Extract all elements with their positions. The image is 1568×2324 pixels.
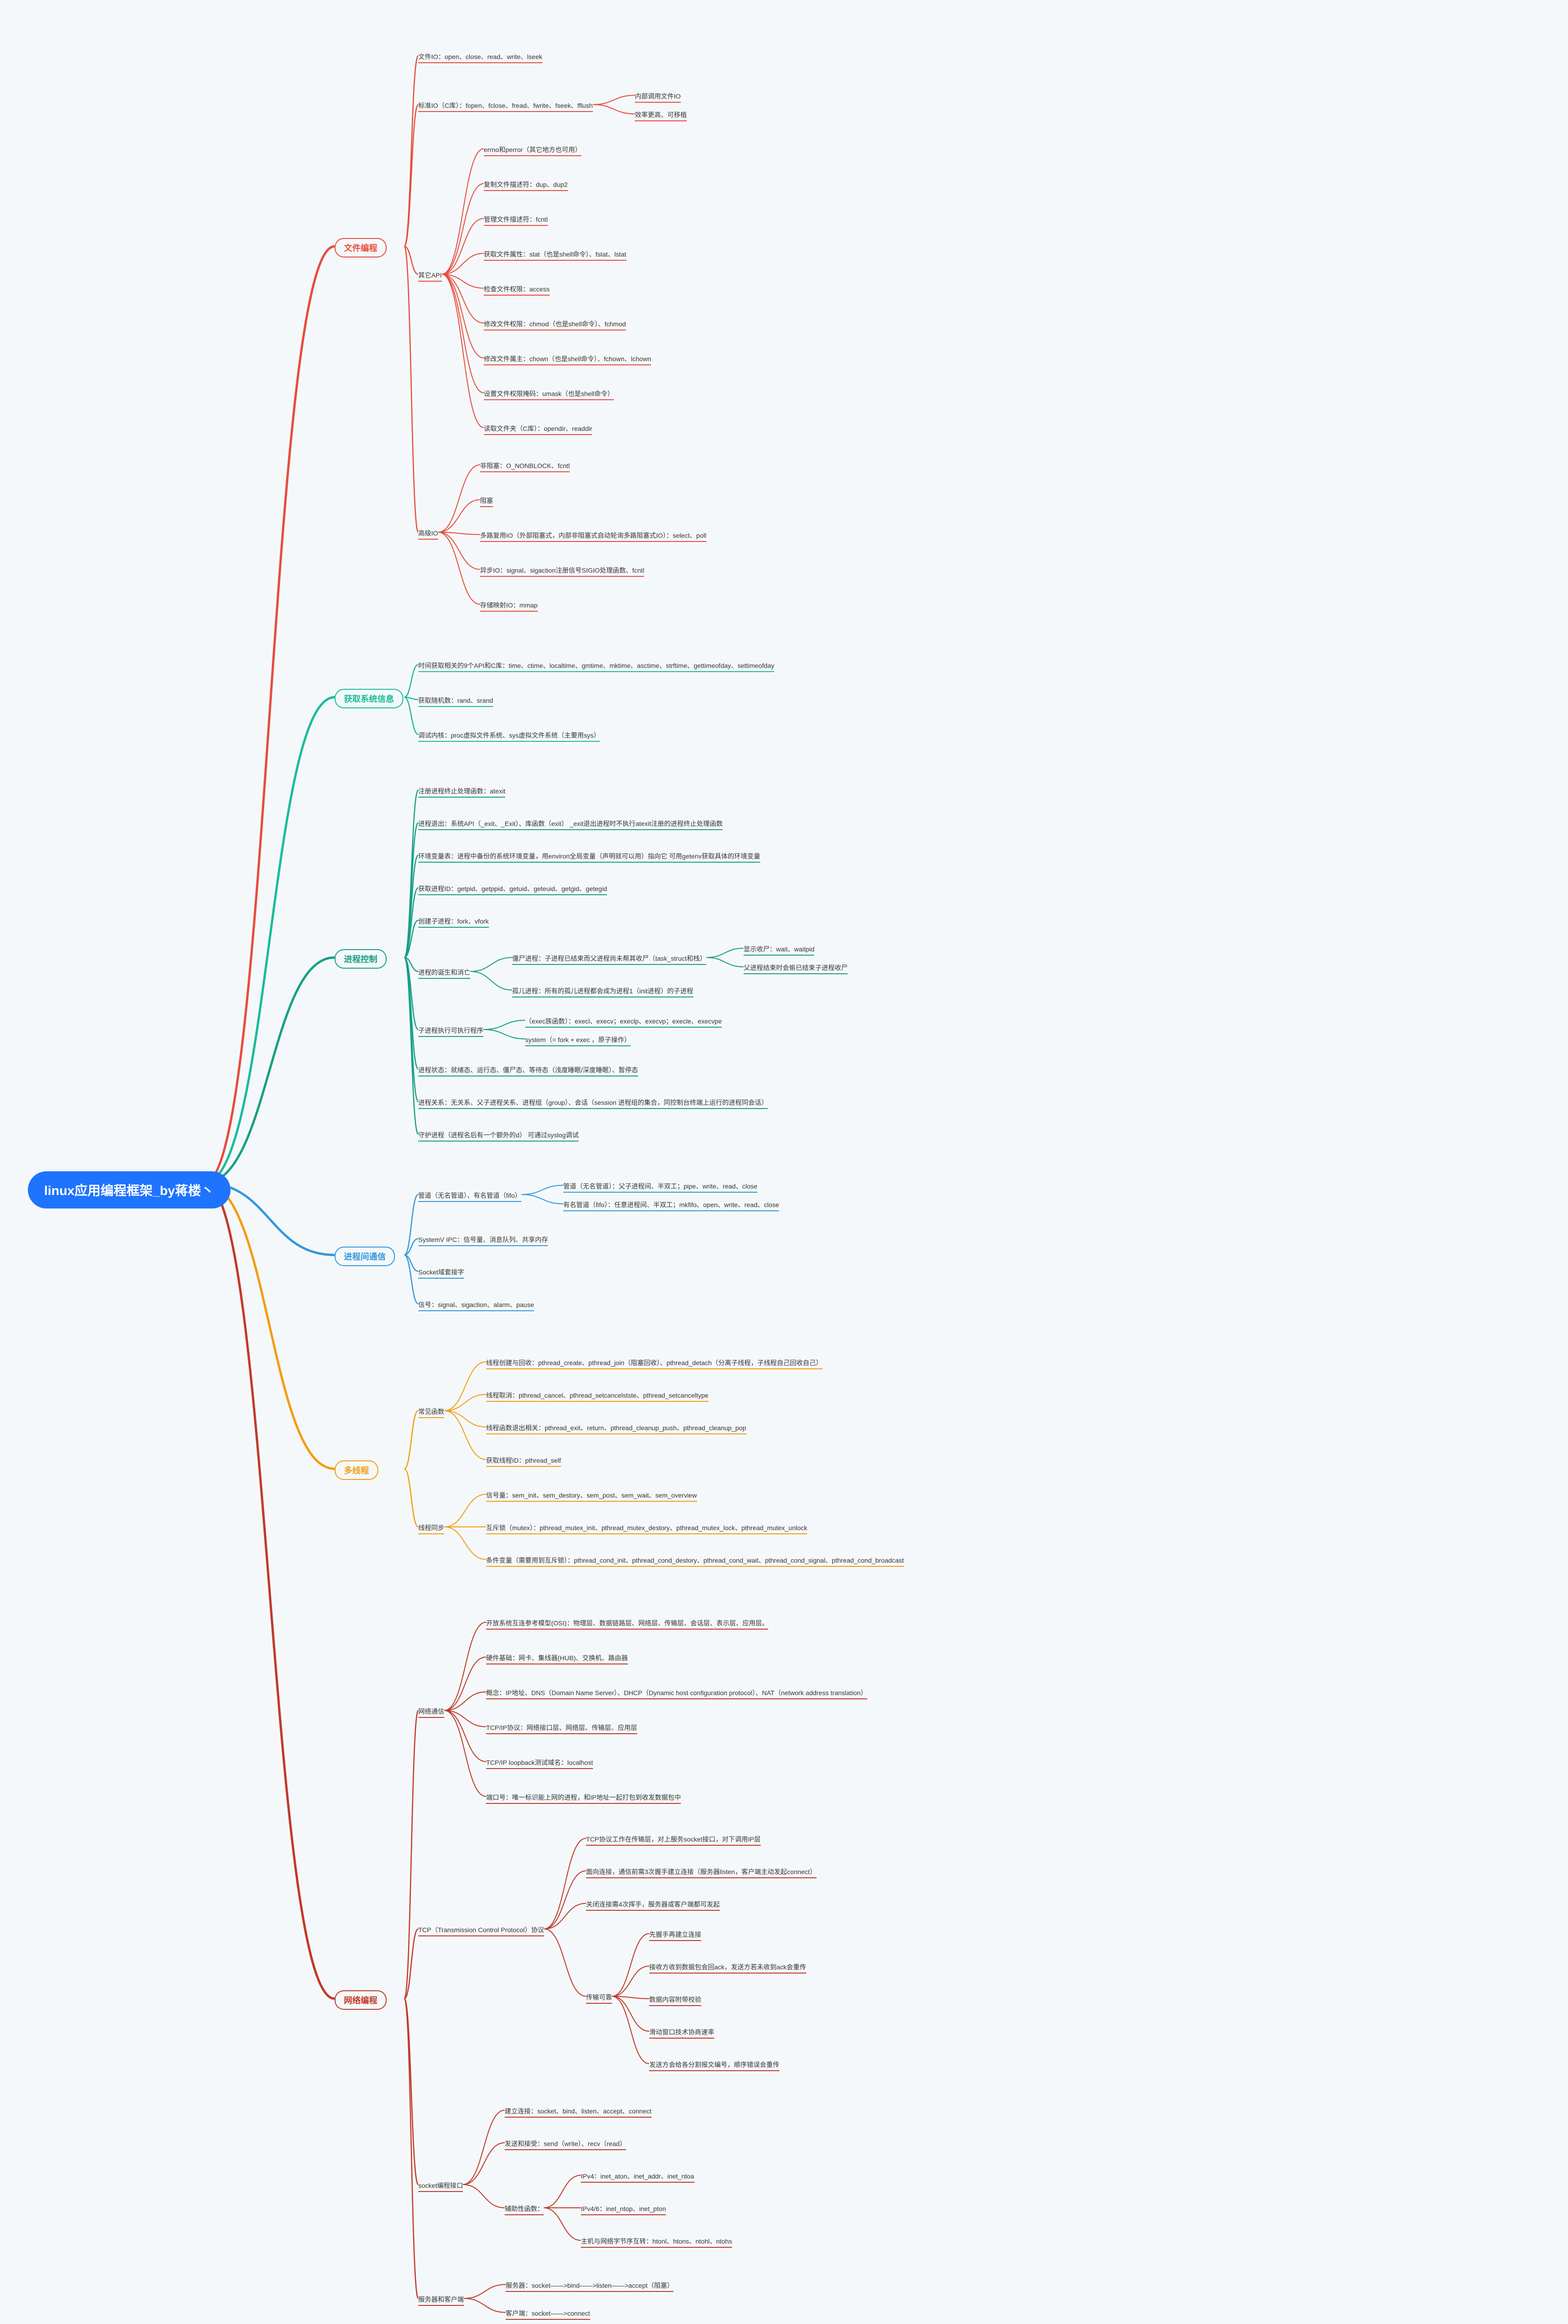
child-node[interactable]: 管道（无名管道）、有名管道（fifo） xyxy=(418,1190,521,1202)
child-node[interactable]: 进程关系：无关系、父子进程关系、进程组（group）、会话（session 进程… xyxy=(418,1097,768,1109)
leaf-node[interactable]: 先握手再建立连接 xyxy=(649,1929,701,1941)
leaf-node[interactable]: 设置文件权限掩码：umask（也是shell命令） xyxy=(484,388,614,400)
root-node[interactable]: linux应用编程框架_by蒋楼丶 xyxy=(28,1171,231,1208)
leaf-node[interactable]: 阻塞 xyxy=(480,495,493,507)
leaf-node[interactable]: 传输可靠 xyxy=(586,1992,612,2004)
leaf-node[interactable]: 信号量：sem_init、sem_destory、sem_post、sem_wa… xyxy=(486,1490,697,1502)
child-node[interactable]: 调试内核：proc虚拟文件系统、sys虚拟文件系统（主要用sys） xyxy=(418,730,600,742)
leaf-node[interactable]: errno和perror（其它地方也可用） xyxy=(484,144,581,156)
leaf-node[interactable]: 数据内容附带校验 xyxy=(649,1994,701,2006)
child-node[interactable]: Socket域套接字 xyxy=(418,1267,464,1279)
leaf-node[interactable]: 主机与网络字节序互转：htonl、htons、ntohl、ntohs xyxy=(581,2236,732,2248)
leaf-node[interactable]: 显示收尸：wait、waitpid xyxy=(744,944,814,956)
leaf-node[interactable]: 管道（无名管道）：父子进程间、半双工；pipe、write、read、close xyxy=(563,1181,758,1193)
leaf-node[interactable]: 修改文件属主：chown（也是shell命令）、fchown、lchown xyxy=(484,353,651,365)
leaf-node[interactable]: 非阻塞：O_NONBLOCK、fcntl xyxy=(480,460,570,472)
leaf-node[interactable]: 概念：IP地址、DNS（Domain Name Server）、DHCP（Dyn… xyxy=(486,1687,867,1699)
leaf-node[interactable]: system（= fork + exec ，原子操作） xyxy=(525,1034,631,1046)
leaf-node[interactable]: 辅助性函数： xyxy=(505,2203,544,2215)
leaf-node[interactable]: 线程函数退出相关：pthread_exit、return、pthread_cle… xyxy=(486,1422,746,1434)
child-node[interactable]: 子进程执行可执行程序 xyxy=(418,1025,483,1037)
child-node[interactable]: socket编程接口 xyxy=(418,2180,463,2192)
branch-node[interactable]: 获取系统信息 xyxy=(335,689,403,708)
leaf-node[interactable]: 建立连接：socket、bind、listen、accept、connect xyxy=(505,2106,652,2118)
leaf-node[interactable]: 读取文件夹（C库）：opendir、readdir xyxy=(484,423,592,435)
leaf-node[interactable]: 端口号：唯一标识能上网的进程，和IP地址一起打包到收发数据包中 xyxy=(486,1792,681,1804)
child-node[interactable]: 高级IO xyxy=(418,528,438,540)
leaf-node[interactable]: 面向连接，通信前需3次握手建立连接（服务器listen，客户端主动发起conne… xyxy=(586,1866,817,1878)
leaf-node[interactable]: 获取线程ID：pthread_self xyxy=(486,1455,561,1467)
leaf-node[interactable]: 获取文件属性：stat（也是shell命令）、fstat、lstat xyxy=(484,249,626,261)
leaf-node[interactable]: 僵尸进程：子进程已结束而父进程尚未帮其收尸（task_struct和栈） xyxy=(512,953,706,965)
leaf-node[interactable]: TCP/IP协议：网络接口层、网络层、传输层、应用层 xyxy=(486,1722,637,1734)
leaf-node[interactable]: 关闭连接需4次挥手，服务器或客户端都可发起 xyxy=(586,1899,720,1911)
child-node[interactable]: 网络通信 xyxy=(418,1706,444,1718)
child-node[interactable]: 获取进程ID：getpid、getppid、getuid、geteuid、get… xyxy=(418,883,607,895)
child-node[interactable]: 信号：signal、sigaction、alarm、pause xyxy=(418,1299,534,1311)
leaf-node[interactable]: TCP/IP loopback测试域名：localhost xyxy=(486,1757,593,1769)
leaf-node[interactable]: 接收方收到数据包会回ack，发送方若未收到ack会重传 xyxy=(649,1961,806,1974)
leaf-node[interactable]: IPv4：inet_aton、inet_addr、inet_ntoa xyxy=(581,2171,694,2183)
child-node[interactable]: 文件IO：open、close、read、write、lseek xyxy=(418,51,542,63)
leaf-node[interactable]: 条件变量（需要用到互斥锁）：pthread_cond_init、pthread_… xyxy=(486,1555,904,1567)
child-node[interactable]: 进程的诞生和消亡 xyxy=(418,967,470,979)
child-node[interactable]: 服务器和客户端 xyxy=(418,2294,464,2306)
leaf-node[interactable]: 互斥锁（mutex）：pthread_mutex_init、pthread_mu… xyxy=(486,1522,807,1534)
leaf-node[interactable]: （exec族函数）：execl、execv；execlp、execvp；exec… xyxy=(525,1016,722,1028)
child-node[interactable]: 守护进程（进程名后有一个额外的d） 可通过syslog调试 xyxy=(418,1129,579,1142)
branch-node[interactable]: 多线程 xyxy=(335,1460,378,1480)
leaf-node[interactable]: 父进程结束时会偷已结束子进程收尸 xyxy=(744,962,848,974)
leaf-node[interactable]: 发送方会给各分割报文编号，顺序错误会重传 xyxy=(649,2059,779,2071)
child-node[interactable]: 线程同步 xyxy=(418,1522,444,1534)
branch-node[interactable]: 进程间通信 xyxy=(335,1247,395,1266)
leaf-node[interactable]: 硬件基础：网卡、集线器(HUB)、交换机、路由器 xyxy=(486,1652,628,1664)
leaf-node[interactable]: 发送和接受：send（write）、recv（read） xyxy=(505,2138,626,2150)
leaf-node[interactable]: 线程创建与回收：pthread_create、pthread_join（阻塞回收… xyxy=(486,1357,823,1369)
leaf-node[interactable]: 滑动窗口技术协商速率 xyxy=(649,2027,714,2039)
leaf-node[interactable]: 开放系统互连参考模型(OSI)：物理层、数据链路层、网络层、传输层、会话层、表示… xyxy=(486,1618,768,1630)
child-node[interactable]: 创建子进程：fork、vfork xyxy=(418,916,489,928)
leaf-node[interactable]: 有名管道（fifo）：任意进程间、半双工；mkfifo、open、write、r… xyxy=(563,1199,779,1211)
child-node[interactable]: 环境变量表：进程中备份的系统环境变量，用environ全局变量（声明就可以用）指… xyxy=(418,851,760,863)
child-node[interactable]: 进程退出：系统API（_exit、_Exit）、库函数（exit） _exit退… xyxy=(418,818,723,830)
leaf-node[interactable]: 孤儿进程：所有的孤儿进程都会成为进程1（init进程）的子进程 xyxy=(512,985,693,997)
child-node[interactable]: 进程状态：就绪态、运行态、僵尸态、等待态（浅度睡眠/深度睡眠）、暂停态 xyxy=(418,1064,638,1076)
branch-node[interactable]: 文件编程 xyxy=(335,238,387,257)
leaf-node[interactable]: 复制文件描述符：dup、dup2 xyxy=(484,179,568,191)
leaf-node[interactable]: 管理文件描述符：fcntl xyxy=(484,214,548,226)
child-node[interactable]: SystemV IPC：信号量、消息队列、共享内存 xyxy=(418,1234,548,1246)
leaf-node[interactable]: IPv4/6：inet_ntop、inet_pton xyxy=(581,2203,666,2215)
leaf-node[interactable]: 检查文件权限：access xyxy=(484,284,550,296)
child-node[interactable]: 时间获取相关的9个API和C库：time、ctime、localtime、gmt… xyxy=(418,660,774,672)
leaf-node[interactable]: 多路复用IO（外部阻塞式，内部非阻塞式自动轮询多路阻塞式IO）：select、p… xyxy=(480,530,706,542)
leaf-node[interactable]: TCP协议工作在传输层，对上服务socket接口，对下调用IP层 xyxy=(586,1834,761,1846)
branch-node[interactable]: 进程控制 xyxy=(335,949,387,969)
child-node[interactable]: TCP（Transmission Control Protocol）协议 xyxy=(418,1924,544,1936)
leaf-node[interactable]: 存储映射IO：mmap xyxy=(480,600,538,612)
child-node[interactable]: 获取随机数：rand、srand xyxy=(418,695,493,707)
leaf-node[interactable]: 服务器：socket——>bind——>listen——>accept（阻塞） xyxy=(506,2280,673,2292)
leaf-node[interactable]: 修改文件权限：chmod（也是shell命令）、fchmod xyxy=(484,318,626,330)
child-node[interactable]: 标准IO（C库）：fopen、fclose、fread、fwrite、fseek… xyxy=(418,100,593,112)
branch-node[interactable]: 网络编程 xyxy=(335,1990,387,2010)
leaf-node[interactable]: 异步IO：signal、sigaction注册信号SIGIO处理函数、fcntl xyxy=(480,565,644,577)
child-node[interactable]: 常见函数 xyxy=(418,1406,444,1418)
child-node[interactable]: 注册进程终止处理函数：atexit xyxy=(418,786,505,798)
leaf-node[interactable]: 客户端：socket——>connect xyxy=(506,2308,590,2320)
child-node[interactable]: 其它API xyxy=(418,270,442,282)
leaf-node[interactable]: 效率更高、可移植 xyxy=(635,109,687,121)
leaf-node[interactable]: 线程取消：pthread_cancel、pthread_setcancelsts… xyxy=(486,1390,709,1402)
leaf-node[interactable]: 内部调用文件IO xyxy=(635,91,681,103)
